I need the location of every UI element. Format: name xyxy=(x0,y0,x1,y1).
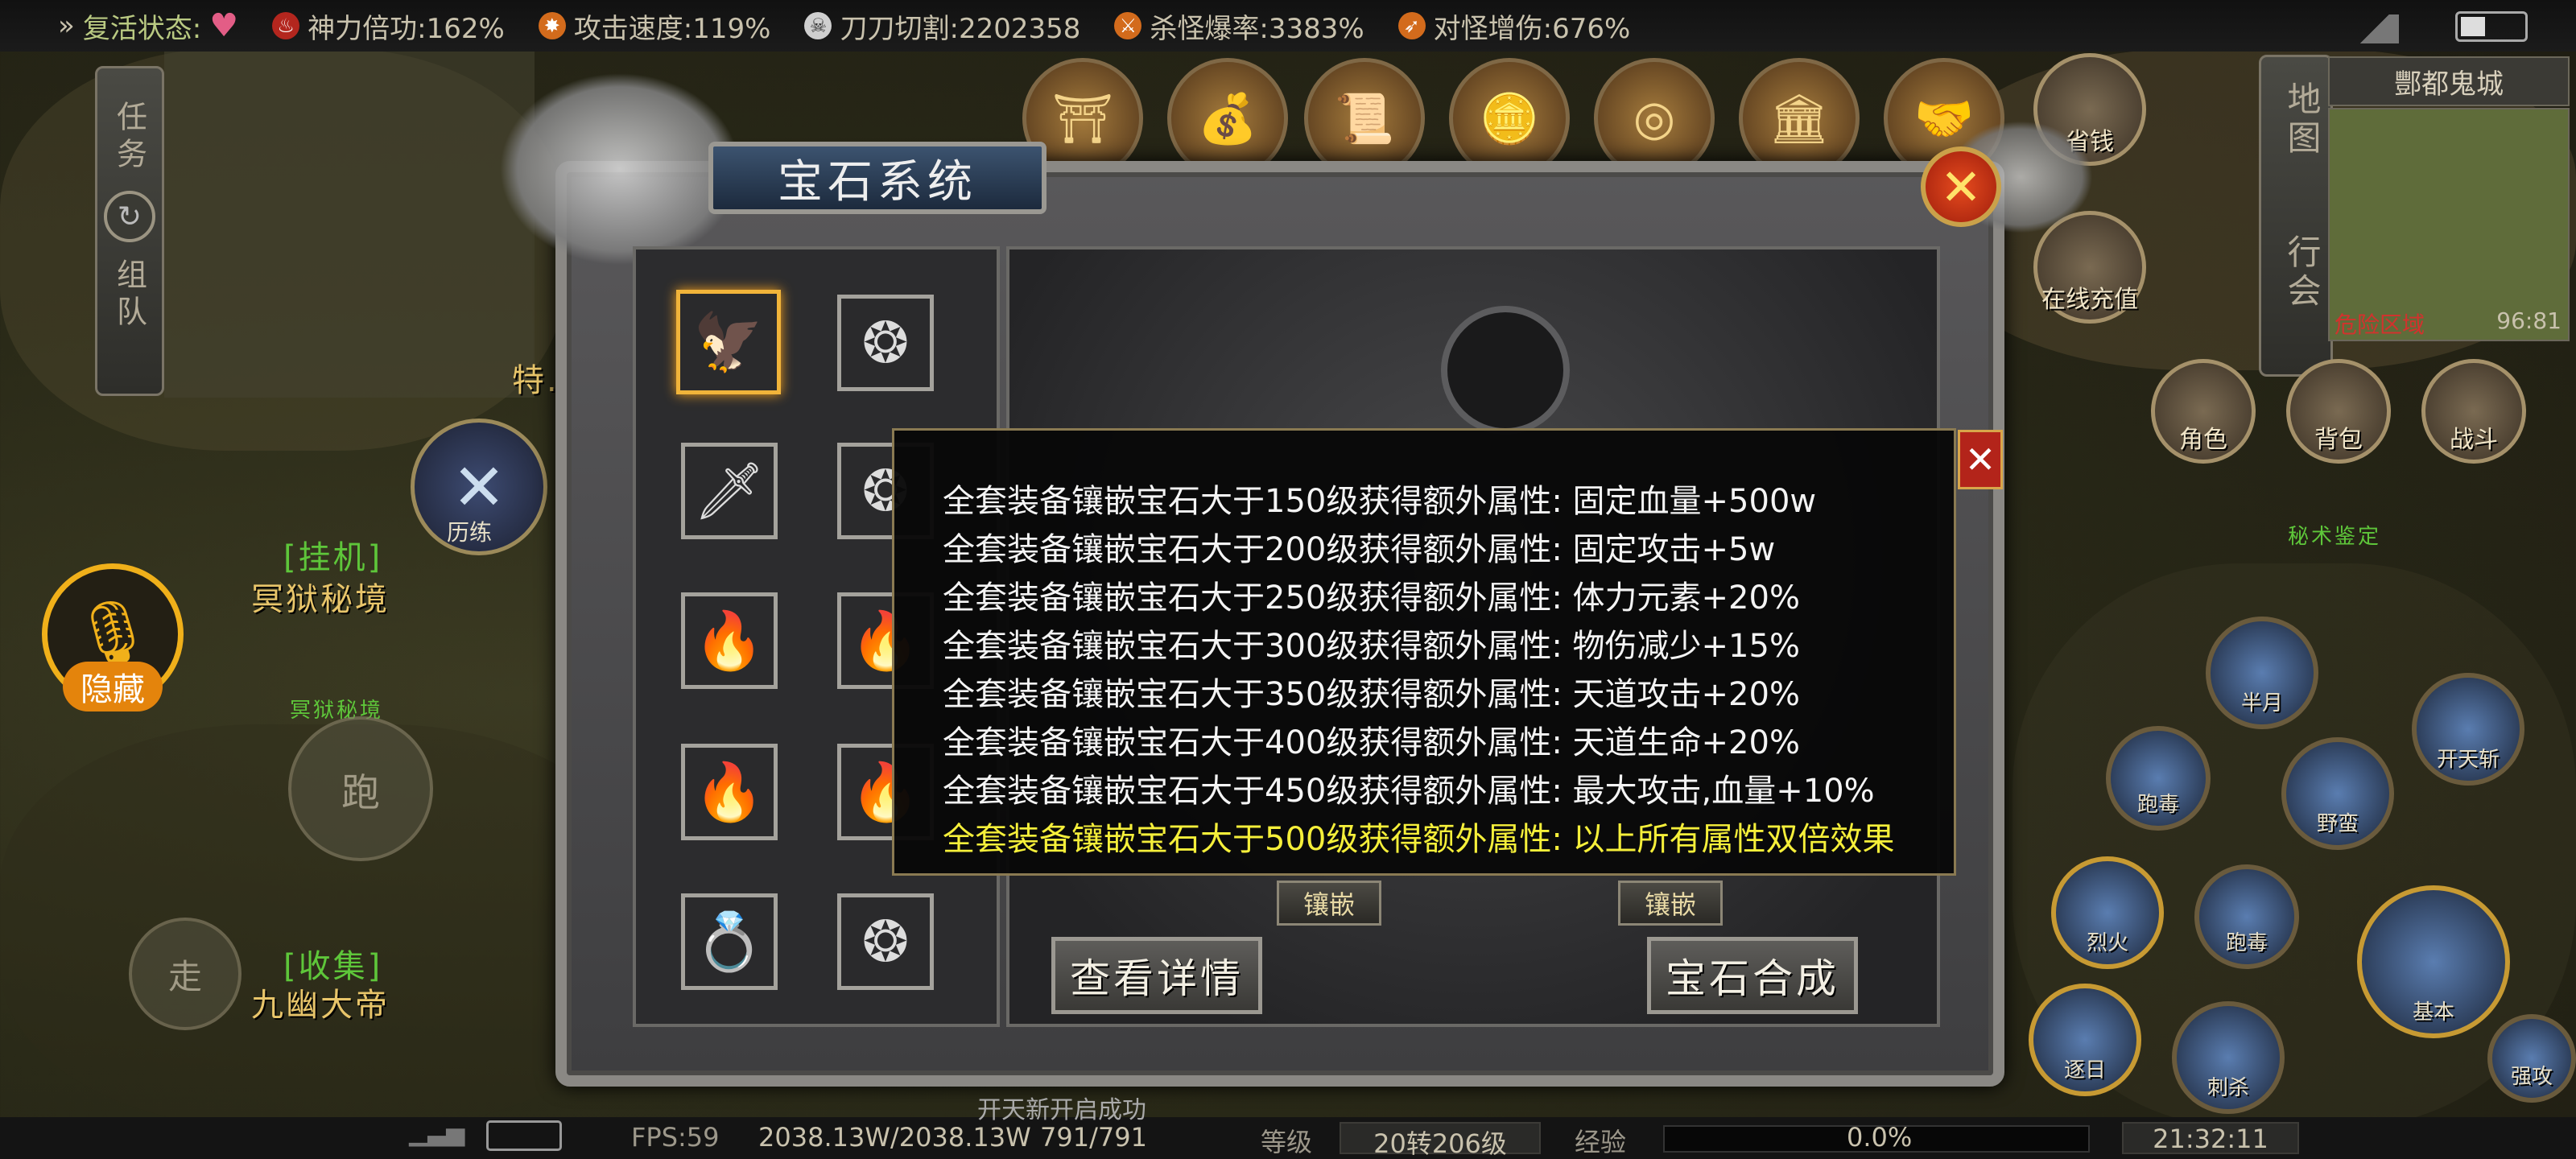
skill-assassinate[interactable]: 刺杀 xyxy=(2172,1001,2285,1114)
hp-value: 2038.13W/2038.13W xyxy=(758,1122,1031,1153)
secret-appraisal-label: 秘术鉴定 xyxy=(2288,525,2382,549)
map-tab-label[interactable]: 地图 xyxy=(2277,81,2326,159)
flame-icon: ♨ xyxy=(272,12,300,39)
gem-slot-sword[interactable]: 🗡 xyxy=(681,443,778,539)
skill-half-moon[interactable]: 半月 xyxy=(2206,617,2318,729)
run-button[interactable]: 跑 xyxy=(288,716,433,861)
skill-fire[interactable]: 烈火 xyxy=(2051,856,2164,969)
silver-gem-icon: ❂ xyxy=(861,909,910,975)
skill-savage[interactable]: 野蛮 xyxy=(2281,737,2394,850)
view-details-button[interactable]: 查看详情 xyxy=(1051,937,1262,1014)
close-icon: ✕ xyxy=(1940,157,1982,217)
tooltip-highlight-line: 全套装备镶嵌宝石大于500级获得额外属性: 以上所有属性双倍效果 xyxy=(943,821,1895,858)
close-icon: ✕ xyxy=(1964,438,1996,481)
train-label: 历练 xyxy=(447,519,493,546)
map-name: 酆都鬼城 xyxy=(2328,56,2570,106)
cut-stat: ☠ 刀刀切割:2202358 xyxy=(804,6,1080,46)
microphone-icon: 🎙 xyxy=(72,596,154,671)
tooltip-close-button[interactable]: ✕ xyxy=(1958,430,2003,489)
announcement: 开天新开启成功 xyxy=(977,1096,1146,1124)
dialog-title: 宝石系统 xyxy=(708,142,1046,214)
skill-basic[interactable]: 基本 xyxy=(2357,885,2510,1038)
skill-strong-attack[interactable]: 强攻 xyxy=(2487,1014,2576,1103)
signal-bars-icon: ▁▃▅ xyxy=(409,1119,465,1147)
heart-icon: ♥ xyxy=(209,7,239,44)
fps: FPS:59 xyxy=(631,1122,720,1153)
battery-icon xyxy=(2455,11,2528,42)
skill-chase-sun[interactable]: 逐日 xyxy=(2029,984,2141,1096)
inlay-button-1[interactable]: 镶嵌 xyxy=(1277,881,1381,926)
power-stat: ♨ 神力倍功:162% xyxy=(272,6,505,46)
exp-value: 0.0% xyxy=(1847,1122,1913,1153)
fire-gem-icon: 🔥 xyxy=(694,607,765,674)
left-info-panel xyxy=(164,52,535,398)
team-tab-label[interactable]: 组队 xyxy=(108,258,152,332)
dialog-close-button[interactable]: ✕ xyxy=(1921,146,2001,227)
status-bar: » 复活状态: ♥ ♨ 神力倍功:162% ✸ 攻击速度:119% ☠ 刀刀切割… xyxy=(0,0,2576,52)
level-value: 20转206级 xyxy=(1340,1122,1541,1159)
gem-slot-ring[interactable]: 💍 xyxy=(681,893,778,990)
role-button[interactable]: 角色 xyxy=(2151,359,2256,464)
tooltip-line: 全套装备镶嵌宝石大于400级获得额外属性: 天道生命+20% xyxy=(943,724,1800,761)
gem-slot-fire-3[interactable]: 🔥 xyxy=(681,744,778,840)
tooltip-line: 全套装备镶嵌宝石大于450级获得额外属性: 最大攻击,血量+10% xyxy=(943,773,1875,810)
gem-slot-silver-3[interactable]: ❂ xyxy=(837,893,934,990)
tooltip-line: 全套装备镶嵌宝石大于200级获得额外属性: 固定攻击+5w xyxy=(943,531,1776,568)
hook-tag: [挂机] xyxy=(283,539,383,576)
ring-gem-icon: 💍 xyxy=(694,908,765,975)
monster-damage-stat: ➶ 对怪增伤:676% xyxy=(1397,6,1630,46)
gem-slot-silver-1[interactable]: ❂ xyxy=(837,295,934,391)
attack-speed-stat: ✸ 攻击速度:119% xyxy=(538,6,770,46)
sword-icon: ➶ xyxy=(1397,12,1426,39)
mp-value: 791/791 xyxy=(1040,1122,1147,1153)
arrow-icon: » xyxy=(58,10,75,42)
tooltip-line: 全套装备镶嵌宝石大于300级获得额外属性: 物伤减少+15% xyxy=(943,628,1800,665)
level-label: 等级 xyxy=(1261,1127,1313,1157)
tooltip-line: 全套装备镶嵌宝石大于150级获得额外属性: 固定血量+500w xyxy=(943,483,1817,520)
gem-slot-fire-1[interactable]: 🔥 xyxy=(681,592,778,689)
battery-small-icon xyxy=(486,1120,562,1151)
speed-icon: ✸ xyxy=(538,12,566,39)
task-team-tab[interactable]: 任务 ↻ 组队 xyxy=(95,66,164,396)
hell-realm-label[interactable]: 冥狱秘境 xyxy=(251,573,390,620)
fire-gem-icon: 🔥 xyxy=(694,758,765,825)
gem-synthesis-button[interactable]: 宝石合成 xyxy=(1647,937,1858,1014)
tooltip-line: 全套装备镶嵌宝石大于250级获得额外属性: 体力元素+20% xyxy=(943,580,1800,617)
refresh-icon[interactable]: ↻ xyxy=(104,191,155,242)
crossed-swords-icon: ✕ xyxy=(452,449,506,525)
gem-slot-phoenix[interactable]: 🦅 xyxy=(676,290,781,394)
gem-bonus-tooltip: 全套装备镶嵌宝石大于150级获得额外属性: 固定血量+500w 全套装备镶嵌宝石… xyxy=(892,428,1956,876)
minimap[interactable]: 危险区域 96:81 xyxy=(2328,108,2570,341)
bottom-status-bar: ▁▃▅ FPS:59 2038.13W/2038.13W 791/791 开天新… xyxy=(0,1096,2576,1159)
signal-icon xyxy=(2351,14,2399,43)
walk-button[interactable]: 走 xyxy=(129,918,242,1030)
inlay-button-2[interactable]: 镶嵌 xyxy=(1618,881,1723,926)
clock: 21:32:11 xyxy=(2122,1122,2299,1154)
bag-button[interactable]: 背包 xyxy=(2286,359,2391,464)
tooltip-line: 全套装备镶嵌宝石大于350级获得额外属性: 天道攻击+20% xyxy=(943,676,1800,713)
emperor-label[interactable]: 九幽大帝 xyxy=(251,979,390,1025)
skull-icon: ☠ xyxy=(804,12,832,39)
map-guild-tab[interactable]: 地图 行会 xyxy=(2259,55,2333,377)
gem-socket-disc xyxy=(1441,306,1570,435)
dragon-ornament-left xyxy=(499,72,741,266)
skill-poison-run[interactable]: 跑毒 xyxy=(2106,726,2211,831)
coordinates: 96:81 xyxy=(2496,307,2562,334)
guild-tab-label[interactable]: 行会 xyxy=(2277,234,2326,311)
skill-open-sky[interactable]: 开天斩 xyxy=(2412,673,2524,786)
task-tab-label[interactable]: 任务 xyxy=(108,101,152,175)
hide-button[interactable]: 隐藏 xyxy=(63,662,163,711)
phoenix-gem-icon: 🦅 xyxy=(693,308,764,375)
drop-rate-stat: ⚔ 杀怪爆率:3383% xyxy=(1114,6,1364,46)
danger-zone-label: 危险区域 xyxy=(2334,311,2425,338)
battle-button[interactable]: 战斗 xyxy=(2421,359,2526,464)
silver-gem-icon: ❂ xyxy=(861,310,910,376)
revive-status: » 复活状态: ♥ xyxy=(58,7,239,45)
exp-label: 经验 xyxy=(1575,1127,1627,1157)
skill-poison-run-2[interactable]: 跑毒 xyxy=(2194,864,2299,969)
sword-gem-icon: 🗡 xyxy=(693,457,766,524)
blade-icon: ⚔ xyxy=(1114,12,1142,39)
